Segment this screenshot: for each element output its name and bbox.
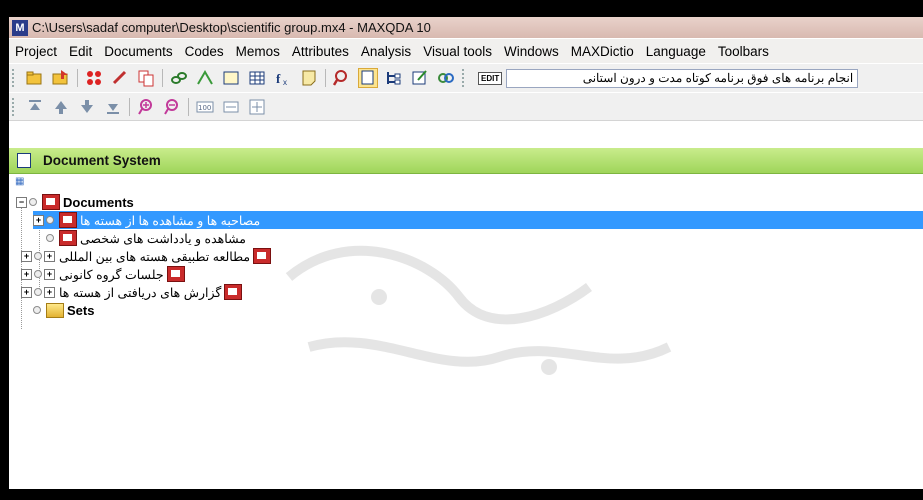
code-system-icon[interactable] xyxy=(84,68,104,88)
menu-memos[interactable]: Memos xyxy=(230,44,286,59)
link-icon[interactable] xyxy=(110,68,130,88)
expand-icon[interactable]: + xyxy=(44,286,55,298)
document-group-label: مصاحبه ها و مشاهده ها از هسته ها xyxy=(80,213,261,228)
toolbar-separator xyxy=(129,97,130,116)
main-toolbar: fx EDIT انجام برنامه های فوق برنامه کوتا… xyxy=(9,64,923,92)
menu-edit[interactable]: Edit xyxy=(63,44,98,59)
move-top-icon[interactable] xyxy=(25,97,45,117)
documents-root-label: Documents xyxy=(63,194,134,210)
document-group-row[interactable]: + مصاحبه ها و مشاهده ها از هسته ها xyxy=(33,211,923,229)
document-group-icon xyxy=(166,266,185,282)
chain-icon[interactable] xyxy=(169,68,189,88)
open-project-icon[interactable] xyxy=(25,68,45,88)
document-tree: − Documents + مصاحبه ها و مشاهده ها از ه… xyxy=(9,193,923,489)
documents-folder-icon xyxy=(42,194,60,210)
document-group-label: گزارش های دریافتی از هسته ها xyxy=(59,285,222,300)
document-group-icon xyxy=(253,248,272,264)
menu-documents[interactable]: Documents xyxy=(98,44,178,59)
document-group-row[interactable]: + + مطالعه تطبیقی هسته های بین المللی xyxy=(21,247,274,265)
expand-icon[interactable]: + xyxy=(44,268,55,280)
documents-root-row[interactable]: − Documents xyxy=(16,193,134,211)
edit-badge[interactable]: EDIT xyxy=(478,71,503,85)
tree-node-dot xyxy=(33,306,41,314)
memo-icon[interactable] xyxy=(299,68,319,88)
zoom-out-icon[interactable] xyxy=(162,97,182,117)
menu-windows[interactable]: Windows xyxy=(498,44,565,59)
expand-icon[interactable]: + xyxy=(21,250,32,262)
maxqda-window: M C:\Users\sadaf computer\Desktop\scient… xyxy=(9,17,923,489)
tree-node-dot xyxy=(46,216,54,224)
svg-text:100: 100 xyxy=(198,104,211,112)
tree-node-dot xyxy=(34,288,42,296)
table-icon[interactable] xyxy=(247,68,267,88)
document-system-icon xyxy=(17,153,31,168)
sets-row[interactable]: Sets xyxy=(31,301,94,319)
fit-page-icon[interactable] xyxy=(247,97,267,117)
document-group-row[interactable]: مشاهده و یادداشت های شخصی xyxy=(33,229,246,247)
toolbar-separator xyxy=(162,69,163,87)
save-project-icon[interactable] xyxy=(51,68,71,88)
toolbar-separator xyxy=(77,69,78,87)
toolbar-grip[interactable] xyxy=(462,69,468,87)
sets-label: Sets xyxy=(67,302,95,318)
fit-width-icon[interactable] xyxy=(221,97,241,117)
svg-text:f: f xyxy=(276,71,281,86)
document-group-icon xyxy=(59,212,77,228)
activation-icon[interactable] xyxy=(436,68,456,88)
document-system-header: Document System xyxy=(9,148,923,174)
title-bar: M C:\Users\sadaf computer\Desktop\scient… xyxy=(9,17,923,38)
maxqda-app-icon: M xyxy=(12,19,28,36)
search-icon[interactable] xyxy=(332,68,352,88)
document-system-subbar: ▦ xyxy=(9,174,923,191)
tree-node-dot xyxy=(34,252,42,260)
zoom-in-icon[interactable] xyxy=(136,97,156,117)
menu-attributes[interactable]: Attributes xyxy=(286,44,355,59)
document-group-icon xyxy=(224,284,243,300)
window-title: C:\Users\sadaf computer\Desktop\scientif… xyxy=(32,20,431,35)
document-group-row[interactable]: + + گزارش های دریافتی از هسته ها xyxy=(21,283,245,301)
menu-project[interactable]: Project xyxy=(9,44,63,59)
text-retrieval-icon[interactable] xyxy=(221,68,241,88)
document-group-label: مطالعه تطبیقی هسته های بین المللی xyxy=(59,249,251,264)
copy-icon[interactable] xyxy=(136,68,156,88)
expand-icon[interactable]: + xyxy=(44,250,55,262)
menu-language[interactable]: Language xyxy=(640,44,712,59)
document-group-label: جلسات گروه کانونی xyxy=(59,267,164,282)
menu-codes[interactable]: Codes xyxy=(179,44,230,59)
document-group-row[interactable]: + + جلسات گروه کانونی xyxy=(21,265,188,283)
formula-icon[interactable]: fx xyxy=(273,68,293,88)
code-tree-icon[interactable] xyxy=(384,68,404,88)
menu-analysis[interactable]: Analysis xyxy=(355,44,417,59)
menu-maxdictio[interactable]: MAXDictio xyxy=(565,44,640,59)
move-down-icon[interactable] xyxy=(77,97,97,117)
code-relations-icon[interactable] xyxy=(195,68,215,88)
move-bottom-icon[interactable] xyxy=(103,97,123,117)
format-toolbar: 100 xyxy=(9,93,923,121)
edit-note-icon[interactable] xyxy=(410,68,430,88)
document-browser-icon[interactable] xyxy=(358,68,378,88)
collapse-tree-icon[interactable]: ▦ xyxy=(15,176,24,187)
toolbar-separator xyxy=(325,69,326,87)
toolbar-grip[interactable] xyxy=(12,97,18,116)
collapse-icon[interactable]: − xyxy=(16,196,27,208)
expand-icon[interactable]: + xyxy=(21,286,32,298)
tree-node-dot xyxy=(46,234,54,242)
tree-node-dot xyxy=(34,270,42,278)
panel-title: Document System xyxy=(43,153,161,168)
menu-visual-tools[interactable]: Visual tools xyxy=(417,44,498,59)
expand-icon[interactable]: + xyxy=(21,268,32,280)
svg-text:x: x xyxy=(283,78,287,87)
menu-toolbars[interactable]: Toolbars xyxy=(712,44,775,59)
toolbar-separator xyxy=(188,97,189,116)
document-selector[interactable]: انجام برنامه های فوق برنامه کوتاه مدت و … xyxy=(506,68,859,88)
toolbar-grip[interactable] xyxy=(12,69,18,87)
move-up-icon[interactable] xyxy=(51,97,71,117)
tree-node-dot xyxy=(29,198,37,206)
document-group-label: مشاهده و یادداشت های شخصی xyxy=(80,231,246,246)
document-group-icon xyxy=(59,230,77,246)
menu-bar: Project Edit Documents Codes Memos Attri… xyxy=(9,39,923,63)
expand-icon[interactable]: + xyxy=(33,214,44,226)
sets-folder-icon xyxy=(46,302,64,318)
zoom-100-icon[interactable]: 100 xyxy=(195,97,215,117)
